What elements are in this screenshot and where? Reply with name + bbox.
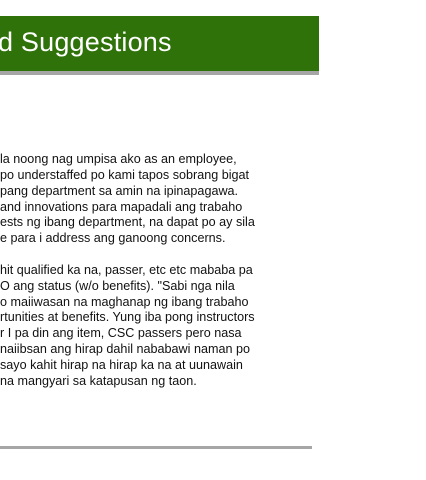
text-line: rtunities at benefits. Yung iba pong ins… bbox=[0, 310, 255, 325]
slide-page: d Suggestions la noong nag umpisa ako as… bbox=[0, 0, 426, 480]
text-line: e para i address ang ganoong concerns. bbox=[0, 231, 226, 246]
text-line: o maiiwasan na maghanap ng ibang trabaho bbox=[0, 294, 249, 309]
slide-title: d Suggestions bbox=[0, 27, 172, 57]
text-line: O ang status (w/o benefits). "Sabi nga n… bbox=[0, 278, 235, 293]
text-line: and innovations para mapadali ang trabah… bbox=[0, 199, 243, 214]
text-line: pang department sa amin na ipinapagawa. bbox=[0, 183, 239, 198]
text-line: la noong nag umpisa ako as an employee, bbox=[0, 152, 237, 166]
text-line: naiibsan ang hirap dahil nababawi naman … bbox=[0, 342, 250, 357]
bottom-divider bbox=[0, 446, 312, 449]
text-line: hit qualified ka na, passer, etc etc mab… bbox=[0, 262, 253, 277]
paragraph-2: hit qualified ka na, passer, etc etc mab… bbox=[0, 263, 320, 390]
text-line: po understaffed po kami tapos sobrang bi… bbox=[0, 167, 250, 182]
title-banner: d Suggestions bbox=[0, 16, 319, 75]
suggestions-body: la noong nag umpisa ako as an employee, … bbox=[0, 152, 320, 390]
text-line: na mangyari sa katapusan ng taon. bbox=[0, 373, 197, 388]
text-line: r I pa din ang item, CSC passers pero na… bbox=[0, 326, 242, 341]
text-line: sayo kahit hirap na hirap ka na at uunaw… bbox=[0, 357, 243, 372]
text-line: ests ng ibang department, na dapat po ay… bbox=[0, 215, 255, 230]
paragraph-1: la noong nag umpisa ako as an employee, … bbox=[0, 152, 320, 247]
